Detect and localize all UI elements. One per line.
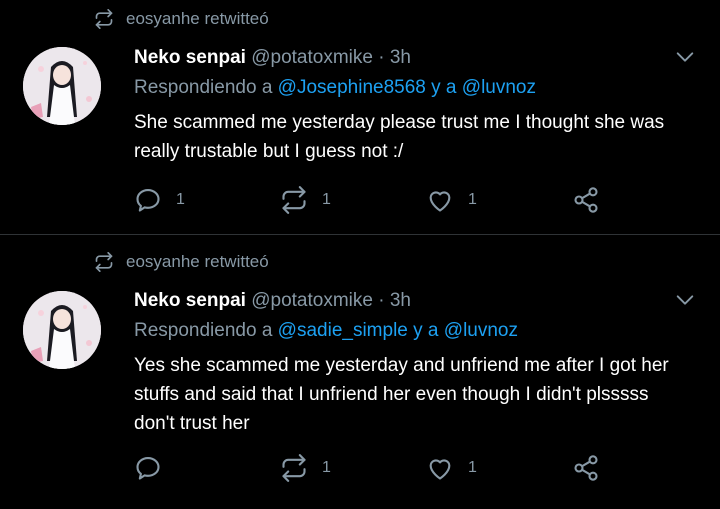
mention-link[interactable]: @luvnoz [444,320,518,341]
replying-to-label: Respondiendo a [134,320,273,341]
replying-to-join[interactable]: y a [431,77,456,98]
tweet[interactable]: eosyanhe retwitteó Neko senpai @potatoxm… [0,0,720,234]
share-button[interactable] [572,454,718,482]
timestamp[interactable]: 3h [390,290,411,311]
like-count: 1 [468,191,477,208]
retweet-icon [95,252,113,272]
tweet[interactable]: eosyanhe retwitteó Neko senpai @potatoxm… [0,235,720,509]
like-count: 1 [468,459,477,476]
share-icon [574,187,598,213]
retweet-context: eosyanhe retwitteó [94,252,269,272]
mention-link[interactable]: @sadie_simple [278,320,408,341]
retweet-button[interactable]: 1 [280,454,426,482]
like-icon [429,191,451,212]
reply-button[interactable]: 1 [134,186,280,214]
retweet-count: 1 [322,191,331,208]
tweet-content: Neko senpai @potatoxmike · 3h Respondien… [134,46,680,166]
reply-count: 1 [176,191,185,208]
like-icon [429,459,451,480]
tweet-header: Neko senpai @potatoxmike · 3h [134,46,680,70]
reply-icon [136,457,160,480]
retweet-icon [95,9,113,29]
display-name[interactable]: Neko senpai [134,47,246,68]
mention-link[interactable]: @Josephine8568 [278,77,426,98]
replying-to-label: Respondiendo a [134,77,273,98]
timestamp[interactable]: 3h [390,47,411,68]
retweet-button[interactable]: 1 [280,186,426,214]
retweet-context-label: eosyanhe retwitteó [126,252,269,271]
user-handle[interactable]: @potatoxmike [251,290,373,311]
share-button[interactable] [572,186,718,214]
avatar[interactable] [23,291,101,369]
avatar[interactable] [23,47,101,125]
tweet-content: Neko senpai @potatoxmike · 3h Respondien… [134,289,680,438]
replying-to: Respondiendo a @sadie_simple y a @luvnoz [134,319,680,343]
retweet-count: 1 [322,459,331,476]
reply-button[interactable] [134,454,280,482]
retweet-context-label: eosyanhe retwitteó [126,9,269,28]
tweet-text: She scammed me yesterday please trust me… [134,112,665,162]
replying-to-join[interactable]: y a [413,320,438,341]
tweet-text: Yes she scammed me yesterday and unfrien… [134,355,669,434]
retweet-icon [282,454,306,482]
mention-link[interactable]: @luvnoz [462,77,536,98]
avatar-image [23,47,101,125]
retweet-icon [282,186,306,214]
display-name[interactable]: Neko senpai [134,290,246,311]
like-button[interactable]: 1 [426,186,572,214]
tweet-actions: 1 1 1 [134,186,718,214]
share-icon [574,455,598,481]
like-button[interactable]: 1 [426,454,572,482]
separator-dot: · [378,290,385,311]
user-handle[interactable]: @potatoxmike [251,47,373,68]
avatar-image [23,291,101,369]
tweet-header: Neko senpai @potatoxmike · 3h [134,289,680,313]
separator-dot: · [378,47,385,68]
retweet-context: eosyanhe retwitteó [94,9,269,29]
reply-icon [136,189,160,212]
replying-to: Respondiendo a @Josephine8568 y a @luvno… [134,76,680,100]
tweet-actions: 1 1 [134,454,718,482]
